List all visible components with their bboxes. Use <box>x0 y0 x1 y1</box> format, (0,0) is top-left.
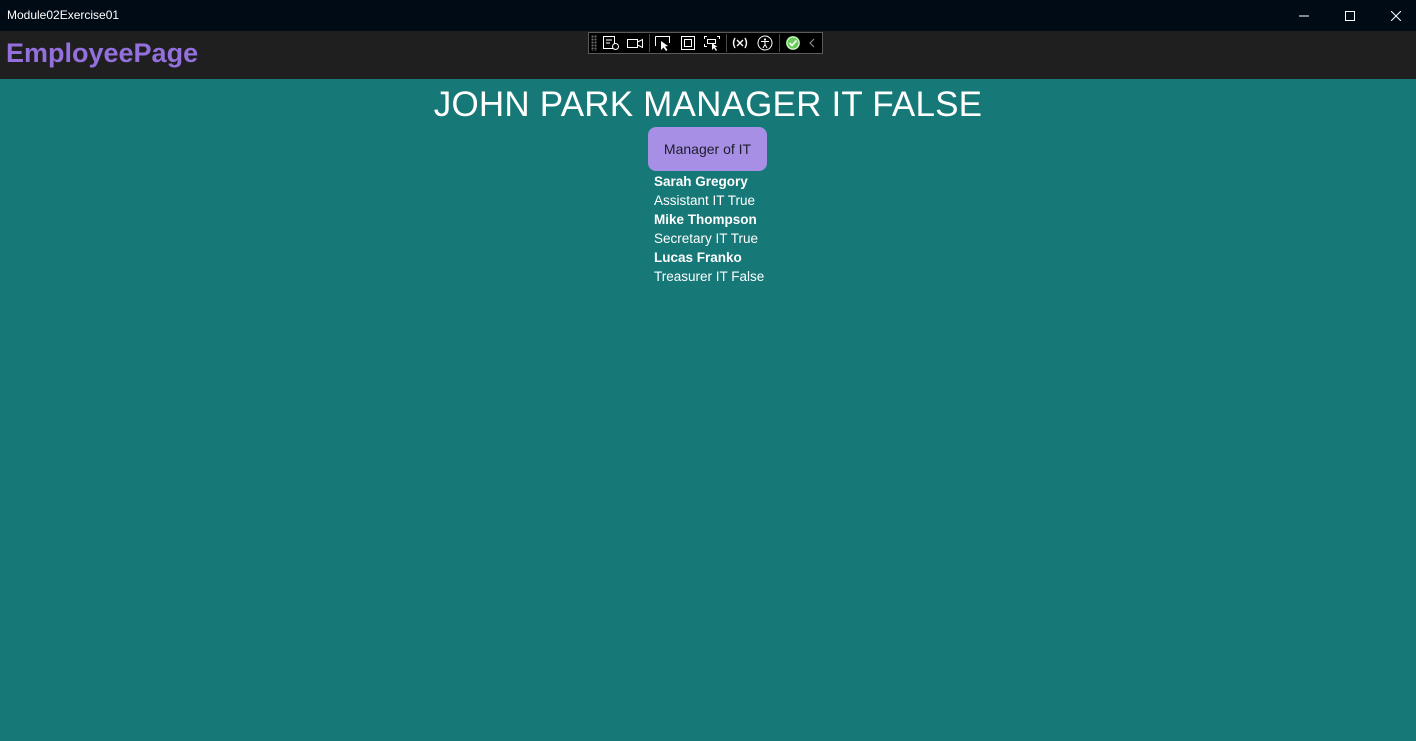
debug-toolbar <box>588 32 823 54</box>
binding-failures-icon <box>732 37 748 49</box>
employee-detail: Secretary IT True <box>654 231 759 246</box>
binding-failures-button[interactable] <box>730 33 750 53</box>
maximize-icon <box>1345 10 1355 21</box>
employee-name: Lucas Franko <box>654 250 742 265</box>
employee-detail: Treasurer IT False <box>654 269 765 284</box>
list-item: Sarah Gregory Assistant IT True <box>654 172 854 210</box>
minimize-button[interactable] <box>1281 0 1327 31</box>
accessibility-checker-button[interactable] <box>754 33 774 53</box>
track-focused-element-icon <box>703 36 720 51</box>
list-item: Lucas Franko Treasurer IT False <box>654 248 854 286</box>
list-item: Mike Thompson Secretary IT True <box>654 210 854 248</box>
app-window: Module02Exercise01 EmployeePage JOHN PAR… <box>0 0 1416 741</box>
title-bar: Module02Exercise01 <box>0 0 1416 31</box>
employee-heading: JOHN PARK MANAGER IT FALSE <box>433 85 983 124</box>
toolbar-grip[interactable] <box>591 35 597 51</box>
toolbar-separator <box>649 34 651 52</box>
employee-name: Mike Thompson <box>654 212 757 227</box>
track-focused-element-button[interactable] <box>702 33 722 53</box>
live-visual-tree-button[interactable] <box>601 33 621 53</box>
toolbar-separator <box>726 34 728 52</box>
collapse-toolbar-button[interactable] <box>807 33 818 53</box>
toolbar-separator <box>778 34 780 52</box>
display-layout-adorners-icon <box>680 36 695 50</box>
record-icon <box>627 38 644 49</box>
employee-detail: Assistant IT True <box>654 193 756 208</box>
window-title: Module02Exercise01 <box>7 8 120 22</box>
minimize-icon <box>1299 15 1309 16</box>
page-title: EmployeePage <box>6 38 199 68</box>
layout-adorners-button[interactable] <box>677 33 697 53</box>
close-icon <box>1391 10 1401 21</box>
close-button[interactable] <box>1373 0 1416 31</box>
employee-list: Sarah Gregory Assistant IT True Mike Tho… <box>654 172 854 286</box>
maximize-button[interactable] <box>1327 0 1373 31</box>
live-visual-tree-icon <box>602 36 619 50</box>
select-element-button[interactable] <box>653 33 673 53</box>
select-element-icon <box>655 36 671 51</box>
manager-role-button[interactable]: Manager of IT <box>648 127 767 171</box>
employee-name: Sarah Gregory <box>654 174 748 189</box>
chevron-left-icon <box>809 38 815 48</box>
accessibility-checker-icon <box>757 35 773 51</box>
record-button[interactable] <box>625 33 645 53</box>
check-icon <box>785 36 800 50</box>
hot-reload-status-button[interactable] <box>783 33 803 53</box>
